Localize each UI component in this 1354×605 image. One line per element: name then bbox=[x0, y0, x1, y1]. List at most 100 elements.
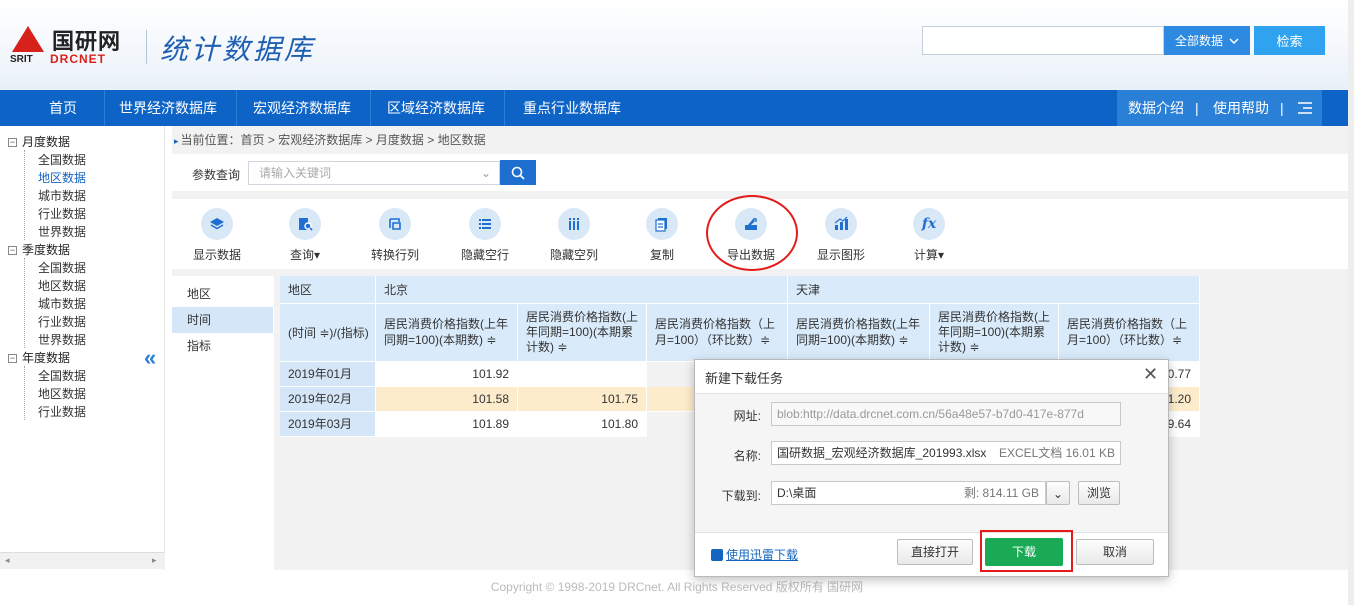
tool-query[interactable]: 查询▾ bbox=[280, 208, 330, 263]
xunlei-download-link[interactable]: 使用迅雷下载 bbox=[711, 546, 798, 563]
chevron-down-icon bbox=[1229, 37, 1239, 44]
column-header[interactable]: 居民消费价格指数(上年同期=100)(本期累计数) ≑ bbox=[518, 304, 647, 362]
keyword-input[interactable]: 请输入关键词 ⌄ bbox=[248, 161, 500, 185]
chevron-down-icon[interactable]: ⌄ bbox=[481, 162, 491, 184]
filename-field[interactable]: 国研数据_宏观经济数据库_201993.xlsx EXCEL文档 16.01 K… bbox=[771, 441, 1121, 465]
drcnet-logo[interactable]: 国研网 SRIT DRCNET bbox=[10, 26, 135, 68]
tree-item[interactable]: 全国数据 bbox=[38, 367, 86, 384]
column-header[interactable]: 居民消费价格指数(上年同期=100)(本期数) ≑ bbox=[788, 304, 930, 362]
scroll-right-icon[interactable]: ▸ bbox=[152, 555, 157, 566]
column-header[interactable]: 居民消费价格指数(上年同期=100)(本期累计数) ≑ bbox=[930, 304, 1059, 362]
tree-item[interactable]: 行业数据 bbox=[38, 313, 86, 330]
nav-item-industry[interactable]: 重点行业数据库 bbox=[506, 90, 638, 126]
export-highlight-circle bbox=[706, 195, 798, 271]
corner-bottom-label: (时间 ≑)/(指标) bbox=[288, 326, 369, 340]
tool-copy[interactable]: 复制 bbox=[645, 208, 679, 263]
table-corner-bottom[interactable]: (时间 ≑)/(指标) bbox=[280, 304, 376, 362]
tool-label: 显示图形 bbox=[816, 248, 865, 262]
logo-text-srit: SRIT bbox=[10, 54, 33, 65]
sidebar-scrollbar[interactable]: ◂ ▸ bbox=[0, 552, 165, 569]
row-label: 2019年02月 bbox=[280, 387, 376, 412]
collapse-minus-icon[interactable]: − bbox=[8, 354, 17, 363]
tree-item[interactable]: 城市数据 bbox=[38, 187, 86, 204]
dimension-indicator[interactable]: 指标 bbox=[172, 333, 273, 359]
column-header[interactable]: 居民消费价格指数（上月=100）（环比数）≑ bbox=[647, 304, 788, 362]
table-cell: 101.89 bbox=[376, 412, 518, 437]
nav-item-regional[interactable]: 区域经济数据库 bbox=[372, 90, 500, 126]
nav-item-help[interactable]: 使用帮助 bbox=[1213, 90, 1269, 126]
dimension-time[interactable]: 时间 bbox=[172, 307, 273, 333]
url-field[interactable]: blob:http://data.drcnet.com.cn/56a48e57-… bbox=[771, 402, 1121, 426]
search-scope-select[interactable]: 全部数据 bbox=[1164, 26, 1250, 55]
tree-item[interactable]: 世界数据 bbox=[38, 223, 86, 240]
nav-item-world[interactable]: 世界经济数据库 bbox=[104, 90, 232, 126]
tree-item[interactable]: 全国数据 bbox=[38, 151, 86, 168]
collapse-minus-icon[interactable]: − bbox=[8, 246, 17, 255]
collapse-minus-icon[interactable]: − bbox=[8, 138, 17, 147]
tree-group-label: 季度数据 bbox=[22, 243, 71, 257]
tree-item[interactable]: 地区数据 bbox=[38, 385, 86, 402]
name-label: 名称: bbox=[733, 449, 761, 463]
fx-icon: fx bbox=[913, 208, 945, 240]
nav-item-macro[interactable]: 宏观经济数据库 bbox=[238, 90, 366, 126]
dialog-body: 网址: blob:http://data.drcnet.com.cn/56a48… bbox=[695, 393, 1168, 533]
browse-button[interactable]: 浏览 bbox=[1078, 481, 1120, 505]
tree-group-label: 月度数据 bbox=[22, 135, 71, 149]
tree-item-active[interactable]: 地区数据 bbox=[38, 169, 86, 186]
nav-right-group: 数据介绍 | 使用帮助 | bbox=[1117, 90, 1322, 126]
collapse-sidebar-icon[interactable]: « bbox=[144, 345, 156, 371]
search-button[interactable]: 检索 bbox=[1254, 26, 1325, 55]
tree-item[interactable]: 行业数据 bbox=[38, 403, 86, 420]
logo-text-drcnet: DRCNET bbox=[50, 52, 106, 66]
tree-group-quarterly[interactable]: − 季度数据 bbox=[8, 241, 70, 258]
query-label: 参数查询 bbox=[192, 168, 241, 182]
tree-guide bbox=[24, 258, 25, 348]
tool-label: 计算▾ bbox=[913, 248, 945, 262]
nav-divider bbox=[370, 90, 371, 126]
close-icon[interactable]: ✕ bbox=[1143, 364, 1158, 385]
tool-hide-empty-rows[interactable]: 隐藏空行 bbox=[456, 208, 514, 263]
save-path-value: D:\桌面 bbox=[777, 486, 817, 500]
tool-show-chart[interactable]: 显示图形 bbox=[812, 208, 870, 263]
tool-label: 显示数据 bbox=[192, 248, 241, 262]
scroll-left-icon[interactable]: ◂ bbox=[5, 555, 10, 566]
tool-label: 隐藏空行 bbox=[460, 248, 509, 262]
tool-show-data[interactable]: 显示数据 bbox=[188, 208, 246, 263]
tree-guide bbox=[24, 366, 25, 420]
open-directly-button[interactable]: 直接打开 bbox=[897, 539, 973, 565]
tool-label: 转换行列 bbox=[370, 248, 419, 262]
tree-group-monthly[interactable]: − 月度数据 bbox=[8, 133, 70, 150]
tree-item[interactable]: 全国数据 bbox=[38, 259, 86, 276]
table-corner-top: 地区 bbox=[280, 276, 376, 304]
tree-item[interactable]: 世界数据 bbox=[38, 331, 86, 348]
global-search-input[interactable] bbox=[922, 26, 1164, 55]
save-path-field[interactable]: D:\桌面 剩: 814.11 GB bbox=[771, 481, 1046, 505]
tree-item[interactable]: 行业数据 bbox=[38, 205, 86, 222]
cancel-button[interactable]: 取消 bbox=[1076, 539, 1154, 565]
nav-item-home[interactable]: 首页 bbox=[28, 90, 98, 126]
save-path-dropdown[interactable]: ⌄ bbox=[1046, 481, 1070, 505]
download-highlight-box bbox=[980, 530, 1073, 572]
tree-item[interactable]: 城市数据 bbox=[38, 295, 86, 312]
nav-divider bbox=[236, 90, 237, 126]
filename-value: 国研数据_宏观经济数据库_201993.xlsx bbox=[777, 446, 987, 460]
row-label: 2019年03月 bbox=[280, 412, 376, 437]
search-scope-label: 全部数据 bbox=[1174, 34, 1223, 48]
tool-calculate[interactable]: fx 计算▾ bbox=[906, 208, 952, 263]
query-search-button[interactable] bbox=[500, 160, 536, 185]
menu-icon[interactable] bbox=[1297, 101, 1313, 115]
page-scrollbar[interactable] bbox=[1348, 0, 1354, 605]
site-title: 统计数据库 bbox=[160, 33, 316, 66]
tree-group-annual[interactable]: − 年度数据 bbox=[8, 349, 70, 366]
tool-hide-empty-cols[interactable]: 隐藏空列 bbox=[545, 208, 603, 263]
nav-item-intro[interactable]: 数据介绍 bbox=[1128, 90, 1184, 126]
breadcrumb-path[interactable]: 首页 > 宏观经济数据库 > 月度数据 > 地区数据 bbox=[241, 133, 486, 147]
dimension-region[interactable]: 地区 bbox=[172, 281, 273, 307]
region-header-beijing: 北京 bbox=[376, 276, 788, 304]
column-header[interactable]: 居民消费价格指数(上年同期=100)(本期数) ≑ bbox=[376, 304, 518, 362]
tree-item[interactable]: 地区数据 bbox=[38, 277, 86, 294]
xunlei-icon bbox=[711, 549, 723, 561]
copy-icon bbox=[646, 208, 678, 240]
tool-transpose[interactable]: 转换行列 bbox=[366, 208, 424, 263]
column-header[interactable]: 居民消费价格指数（上月=100）（环比数）≑ bbox=[1059, 304, 1200, 362]
